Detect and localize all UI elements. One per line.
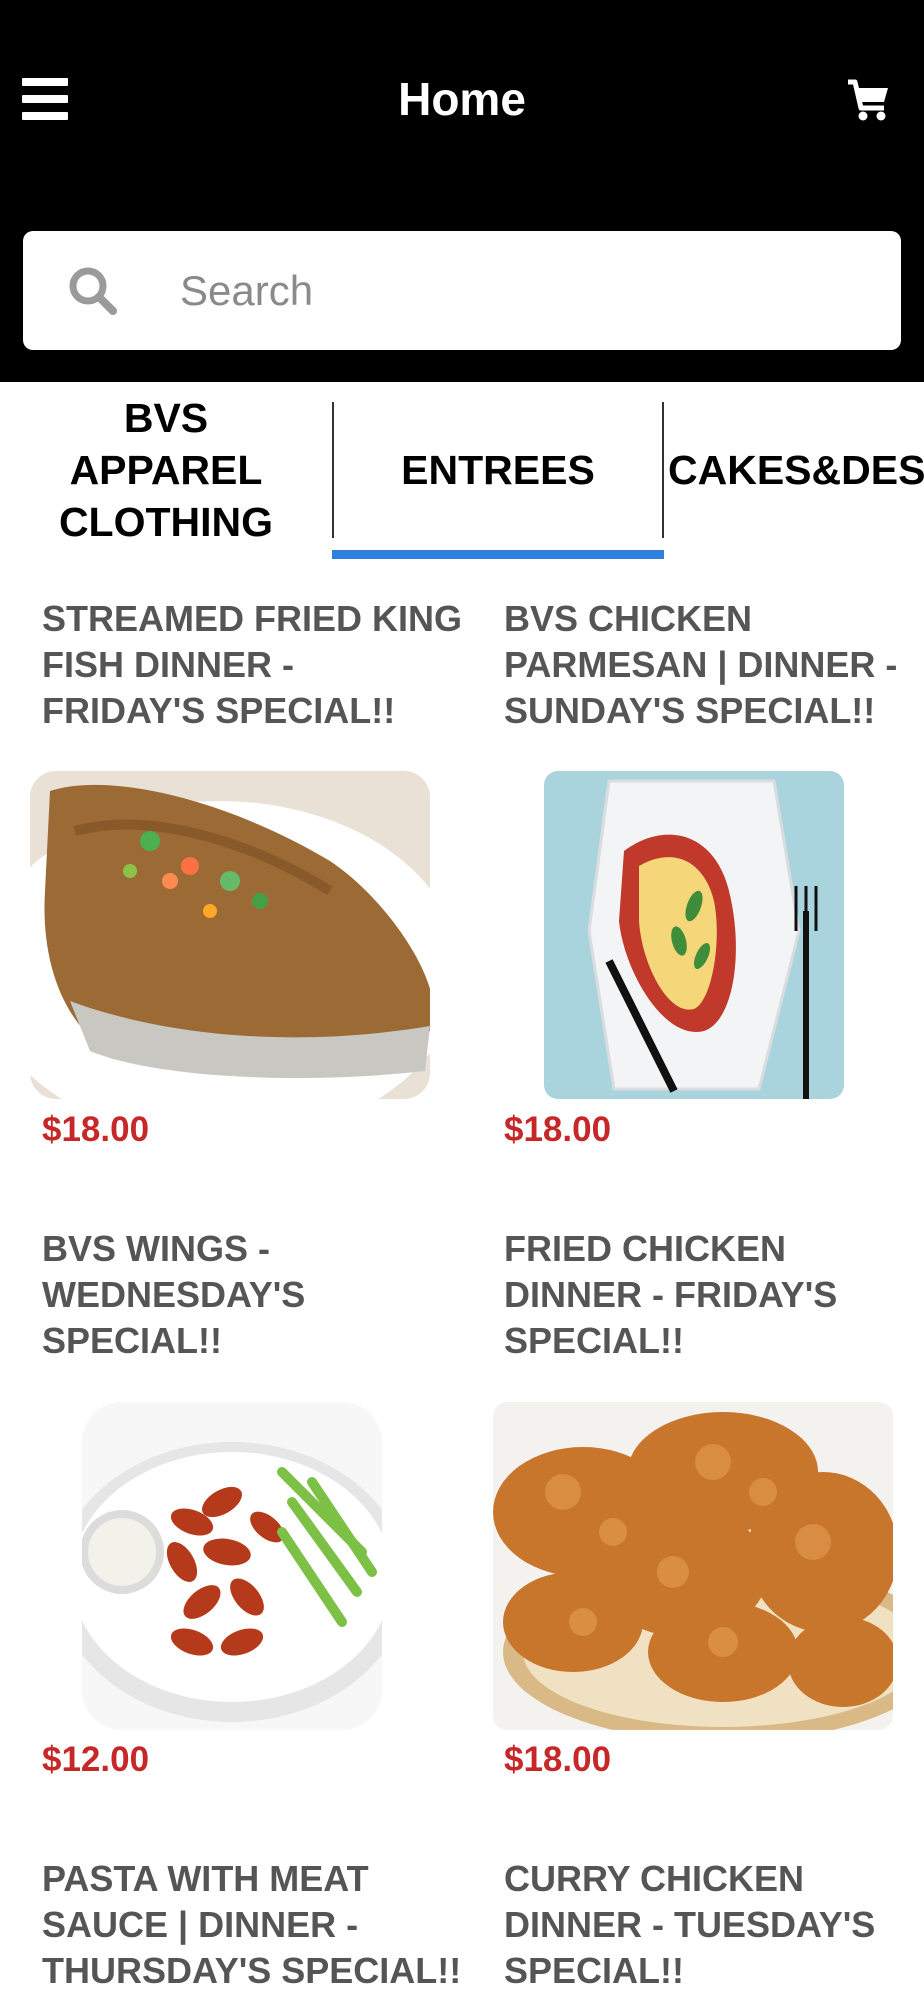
product-price: $18.00: [504, 1740, 612, 1779]
product-name: BVS CHICKEN PARMESAN | DINNER - SUNDAY'S…: [504, 598, 898, 731]
search-icon: [69, 267, 117, 315]
product-image[interactable]: [544, 771, 844, 1099]
page-title: Home: [398, 73, 526, 125]
search-bar[interactable]: [23, 231, 901, 350]
product-image[interactable]: ©2000 ThaiTable.com: [30, 771, 430, 1099]
tab-cakes-desserts[interactable]: CAKES&DESE: [664, 402, 924, 538]
product-name: PASTA WITH MEAT SAUCE | DINNER - THURSDA…: [42, 1858, 462, 1991]
tab-label: BVS APPAREL CLOTHING: [58, 395, 274, 545]
tab-label: ENTREES: [401, 447, 595, 493]
cart-icon[interactable]: [846, 78, 890, 124]
product-price: $12.00: [42, 1740, 150, 1779]
product-image[interactable]: [493, 1402, 893, 1730]
product-price: $18.00: [42, 1110, 150, 1149]
product-price: $18.00: [504, 1110, 612, 1149]
product-name: CURRY CHICKEN DINNER - TUESDAY'S SPECIAL…: [504, 1858, 876, 1991]
tab-bvs-apparel-clothing[interactable]: BVS APPAREL CLOTHING: [0, 395, 332, 545]
product-card[interactable]: BVS WINGS - WEDNESDAY'S SPECIAL!! $12.00: [42, 1226, 462, 1786]
product-name: BVS WINGS - WEDNESDAY'S SPECIAL!!: [42, 1228, 306, 1361]
tab-entrees[interactable]: ENTREES: [332, 402, 664, 538]
product-card[interactable]: STREAMED FRIED KING FISH DINNER - FRIDAY…: [30, 596, 463, 1156]
product-name: STREAMED FRIED KING FISH DINNER - FRIDAY…: [42, 598, 463, 731]
product-card[interactable]: CURRY CHICKEN DINNER - TUESDAY'S SPECIAL…: [504, 1856, 924, 2000]
app-header: Home: [0, 0, 924, 382]
product-image[interactable]: [82, 1402, 382, 1730]
product-name: FRIED CHICKEN DINNER - FRIDAY'S SPECIAL!…: [504, 1228, 838, 1361]
product-card[interactable]: PASTA WITH MEAT SAUCE | DINNER - THURSDA…: [42, 1856, 462, 2000]
category-tabs: BVS APPAREL CLOTHING ENTREES CAKES&DESE: [0, 382, 924, 560]
product-card[interactable]: FRIED CHICKEN DINNER - FRIDAY'S SPECIAL!…: [493, 1226, 924, 1786]
search-input[interactable]: [178, 255, 872, 327]
product-card[interactable]: BVS CHICKEN PARMESAN | DINNER - SUNDAY'S…: [504, 596, 924, 1156]
active-tab-indicator: [332, 550, 664, 559]
tab-label: CAKES&DESE: [668, 447, 924, 493]
watermark-text: ©2000 ThaiTable.com: [110, 1073, 285, 1093]
